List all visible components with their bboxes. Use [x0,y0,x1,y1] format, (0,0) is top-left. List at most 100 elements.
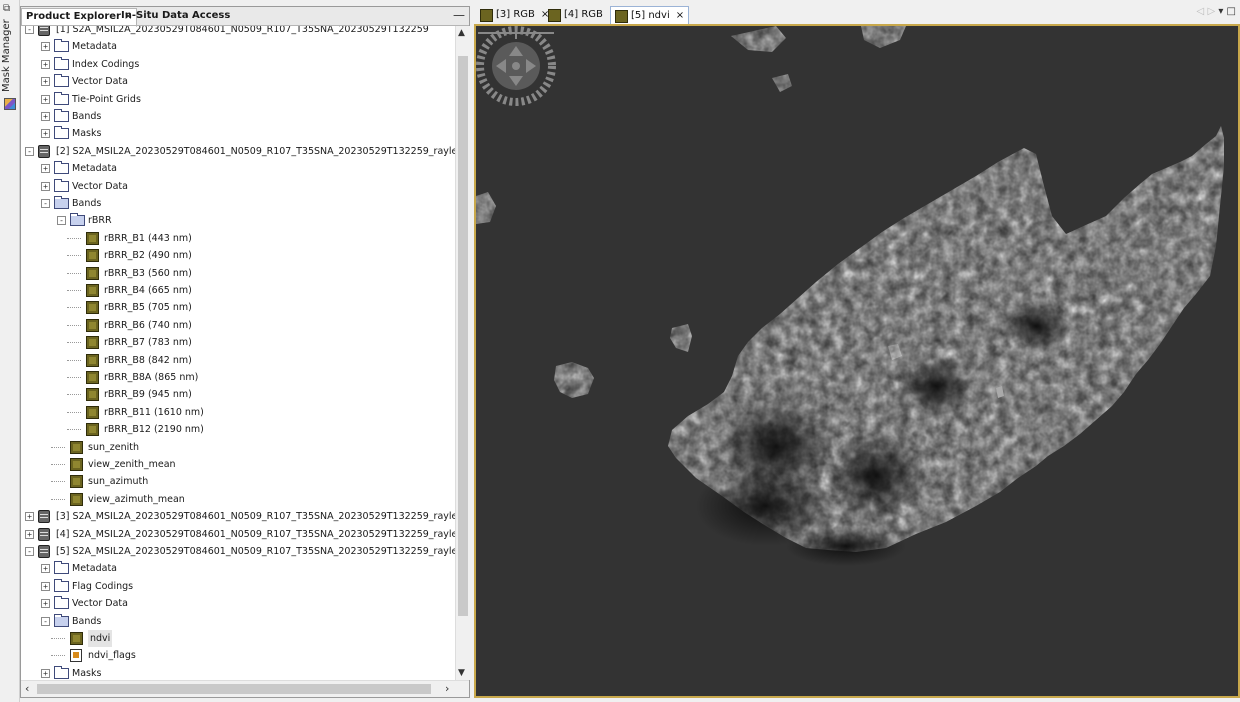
tree-node-label: Bands [72,615,102,627]
tree-node-vector-data[interactable]: + Vector Data [21,595,455,612]
maximize-icon[interactable]: □ [1227,6,1236,17]
tree-node-view-azimuth-mean[interactable]: view_azimuth_mean [21,491,455,508]
tree-node-2-s2a-msil2a-20230529t084601-n0509-r107-t35sna-20230529t132259-rayleigh[interactable]: - [2] S2A_MSIL2A_20230529T084601_N0509_R1… [21,143,455,160]
tree-node-4-s2a-msil2a-20230529t084601-n0509-r107-t35sna-20230529t132259-rayleigh-resampled-m[interactable]: + [4] S2A_MSIL2A_20230529T084601_N0509_R1… [21,526,455,543]
tree-node-label: rBRR_B6 (740 nm) [104,319,192,331]
tree-node-view-zenith-mean[interactable]: view_zenith_mean [21,456,455,473]
tree-node-rbrr-b11-1610-nm[interactable]: rBRR_B11 (1610 nm) [21,404,455,421]
expand-icon[interactable]: + [41,599,50,609]
tree-node-index-codings[interactable]: + Index Codings [21,56,455,73]
tree-node-label: Metadata [72,163,117,175]
tree-node-metadata[interactable]: + Metadata [21,160,455,177]
zoom-slider[interactable] [476,26,556,40]
tree-node-rbrr-b8a-865-nm[interactable]: rBRR_B8A (865 nm) [21,369,455,386]
tree-node-rbrr-b1-443-nm[interactable]: rBRR_B1 (443 nm) [21,230,455,247]
tree-node-rbrr-b12-2190-nm[interactable]: rBRR_B12 (2190 nm) [21,421,455,438]
tree-node-rbrr-b3-560-nm[interactable]: rBRR_B3 (560 nm) [21,265,455,282]
horizontal-scroll-thumb[interactable] [37,684,431,694]
collapse-icon[interactable]: - [25,146,34,156]
tree-node-vector-data[interactable]: + Vector Data [21,178,455,195]
expand-icon[interactable]: + [41,164,50,174]
next-tab-icon[interactable]: ▷ [1207,6,1215,17]
expand-icon[interactable]: + [41,129,50,139]
expand-icon[interactable]: + [41,181,50,191]
tab-in-situ-data-access[interactable]: In-Situ Data Access [117,8,234,24]
mask-manager-icon[interactable] [4,98,16,110]
folder-icon [54,91,69,105]
close-icon[interactable]: × [676,10,684,21]
tree-node-3-s2a-msil2a-20230529t084601-n0509-r107-t35sna-20230529t132259-rayleigh-resampled[interactable]: + [3] S2A_MSIL2A_20230529T084601_N0509_R1… [21,508,455,525]
expand-icon[interactable]: + [41,94,50,104]
scroll-down-icon[interactable]: ▼ [458,668,465,678]
expand-icon[interactable]: + [41,564,50,574]
tree-node-bands[interactable]: - Bands [21,195,455,212]
band-icon [86,371,99,384]
scroll-right-icon[interactable]: › [445,682,449,695]
tree-node-rbrr-b5-705-nm[interactable]: rBRR_B5 (705 nm) [21,299,455,316]
minimize-icon[interactable]: — [453,7,465,23]
prev-tab-icon[interactable]: ◁ [1197,6,1205,17]
tree-node-rbrr-b9-945-nm[interactable]: rBRR_B9 (945 nm) [21,386,455,403]
expand-icon[interactable]: + [41,112,50,121]
restore-window-icon[interactable]: ⧉ [3,4,13,14]
tree-node-masks[interactable]: + Masks [21,125,455,142]
tree-node-sun-zenith[interactable]: sun_zenith [21,439,455,456]
collapse-icon[interactable]: - [25,26,34,34]
tree-node-rbrr-b7-783-nm[interactable]: rBRR_B7 (783 nm) [21,334,455,351]
scroll-left-icon[interactable]: ‹ [25,682,29,695]
tree-node-label: view_zenith_mean [88,459,176,470]
tree-node-rbrr-b4-665-nm[interactable]: rBRR_B4 (665 nm) [21,282,455,299]
tab-3-rgb[interactable]: [3] RGB × [476,6,553,23]
vertical-scrollbar[interactable]: ▲ ▼ [455,26,470,680]
tree-node-5-s2a-msil2a-20230529t084601-n0509-r107-t35sna-20230529t132259-rayleigh-resampled-m[interactable]: - [5] S2A_MSIL2A_20230529T084601_N0509_R1… [21,543,455,560]
tree-node-rbrr[interactable]: - rBRR [21,212,455,229]
collapse-icon[interactable]: - [41,616,50,626]
tree-node-metadata[interactable]: + Metadata [21,38,455,55]
tree-node-rbrr-b8-842-nm[interactable]: rBRR_B8 (842 nm) [21,352,455,369]
collapse-icon[interactable]: - [41,199,50,208]
tree-node-tie-point-grids[interactable]: + Tie-Point Grids [21,91,455,108]
tree-node-bands[interactable]: + Bands [21,108,455,125]
tree-node-metadata[interactable]: + Metadata [21,560,455,577]
tree-node-vector-data[interactable]: + Vector Data [21,73,455,90]
scroll-up-icon[interactable]: ▲ [458,28,465,38]
tree-node-masks[interactable]: + Masks [21,665,455,680]
center-dot-icon[interactable] [512,62,520,70]
tree-node-1-s2a-msil2a-20230529t084601-n0509-r107-t35sna-20230529t132259[interactable]: - [1] S2A_MSIL2A_20230529T084601_N0509_R1… [21,26,455,38]
expand-icon[interactable]: + [25,529,34,539]
tree-node-label: rBRR [88,215,112,227]
tree-node-label: [3] S2A_MSIL2A_20230529T084601_N0509_R10… [56,511,455,523]
band-icon [70,475,83,489]
tab-5-ndvi[interactable]: [5] ndvi × [610,6,690,24]
tree-node-sun-azimuth[interactable]: sun_azimuth [21,473,455,490]
ndvi-image-view[interactable] [474,24,1240,698]
expand-icon[interactable]: + [41,42,50,52]
mask-manager-tab[interactable]: Mask Manager [1,19,12,92]
tree-connector [67,359,81,361]
tree-node-rbrr-b2-490-nm[interactable]: rBRR_B2 (490 nm) [21,247,455,264]
tab-list-icon[interactable]: ▾ [1218,6,1223,17]
collapse-icon[interactable]: - [25,547,34,556]
collapse-icon[interactable]: - [57,216,66,226]
expand-icon[interactable]: + [41,77,50,87]
expand-icon[interactable]: + [41,668,50,678]
tree-node-rbrr-b6-740-nm[interactable]: rBRR_B6 (740 nm) [21,317,455,334]
dark-region [896,356,976,416]
expand-icon[interactable]: + [41,581,50,591]
product-icon [38,510,50,524]
scroll-thumb[interactable] [458,56,468,616]
horizontal-scrollbar[interactable]: ‹ › [21,680,469,697]
image-view-icon [480,9,493,22]
tree-connector [67,342,81,344]
tree-node-bands[interactable]: - Bands [21,613,455,630]
dark-region [826,431,926,521]
expand-icon[interactable]: + [25,512,34,522]
folder-icon [54,596,69,610]
folder-icon [54,665,69,679]
expand-icon[interactable]: + [41,59,50,69]
tree-node-ndvi[interactable]: ndvi [21,630,455,647]
tree-node-ndvi-flags[interactable]: ndvi_flags [21,647,455,664]
tree-connector [67,429,81,431]
tree-node-flag-codings[interactable]: + Flag Codings [21,578,455,595]
tree-node-label: [2] S2A_MSIL2A_20230529T084601_N0509_R10… [56,145,455,157]
